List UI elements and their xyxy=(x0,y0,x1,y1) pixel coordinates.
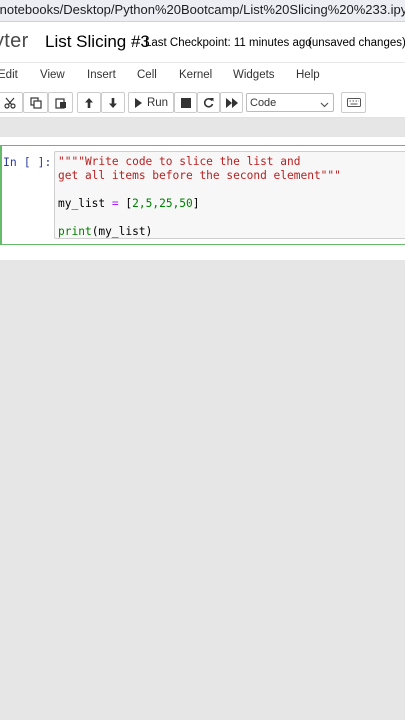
move-up-button[interactable] xyxy=(77,92,101,113)
fast-forward-icon xyxy=(225,97,238,108)
paste-icon xyxy=(54,97,67,109)
notebook-empty-area xyxy=(0,260,405,720)
command-palette-button[interactable] xyxy=(341,92,366,113)
restart-run-all-button[interactable] xyxy=(220,92,243,113)
menu-widgets[interactable]: Widgets xyxy=(233,69,275,81)
scissors-icon xyxy=(4,97,16,109)
keyboard-icon xyxy=(346,98,361,107)
copy-icon xyxy=(29,96,42,109)
code-line-2: get all items before the second element"… xyxy=(58,169,341,182)
menu-bar: Edit View Insert Cell Kernel Widgets Hel… xyxy=(0,62,405,88)
checkpoint-status: Last Checkpoint: 11 minutes ago xyxy=(145,37,312,49)
menu-view[interactable]: View xyxy=(40,69,65,81)
toolbar-spacer xyxy=(0,119,405,137)
input-prompt: In [ ]: xyxy=(3,155,52,169)
stop-icon xyxy=(180,97,191,108)
jupyter-logo[interactable]: yter xyxy=(0,30,29,53)
move-down-button[interactable] xyxy=(101,92,125,113)
arrow-up-icon xyxy=(84,97,94,109)
notebook-container: In [ ]: """"Write code to slice the list… xyxy=(0,137,405,260)
notebook-header: yter List Slicing #3 Last Checkpoint: 11… xyxy=(0,22,405,62)
run-icon xyxy=(134,97,143,108)
paste-button[interactable] xyxy=(48,92,73,113)
browser-url-bar[interactable]: /notebooks/Desktop/Python%20Bootcamp/Lis… xyxy=(0,0,405,22)
copy-button[interactable] xyxy=(23,92,48,113)
unsaved-indicator: (unsaved changes) xyxy=(308,37,405,49)
menu-edit[interactable]: Edit xyxy=(0,69,18,81)
restart-button[interactable] xyxy=(197,92,220,113)
menu-insert[interactable]: Insert xyxy=(87,69,116,81)
variable-name: my_list xyxy=(58,197,106,210)
code-line-3: my_list = [2,5,25,50] xyxy=(58,197,200,210)
run-button[interactable]: Run xyxy=(128,92,174,113)
cell-selection-bar xyxy=(0,146,2,244)
docstring-line-2: get all items before the second element"… xyxy=(58,169,341,182)
list-values: 2,5,25,50 xyxy=(132,197,193,210)
cell-type-value: Code xyxy=(250,97,277,109)
run-label: Run xyxy=(146,96,169,109)
print-argument: (my_list) xyxy=(91,225,153,238)
assign-operator: = xyxy=(111,197,119,210)
url-text: /notebooks/Desktop/Python%20Bootcamp/Lis… xyxy=(0,2,405,17)
cell-type-select[interactable]: Code xyxy=(246,93,334,112)
menu-cell[interactable]: Cell xyxy=(137,69,157,81)
toolbar: Run Code xyxy=(0,88,405,118)
interrupt-button[interactable] xyxy=(174,92,197,113)
print-function: print xyxy=(58,225,92,238)
code-editor[interactable]: """"Write code to slice the list and get… xyxy=(54,151,405,239)
notebook-title[interactable]: List Slicing #3 xyxy=(45,32,150,52)
chevron-down-icon xyxy=(320,99,329,111)
menu-help[interactable]: Help xyxy=(296,69,320,81)
restart-icon xyxy=(203,97,214,108)
code-cell[interactable]: In [ ]: """"Write code to slice the list… xyxy=(0,145,405,245)
cut-button[interactable] xyxy=(0,92,23,113)
list-close-bracket: ] xyxy=(192,197,200,210)
arrow-down-icon xyxy=(108,97,118,109)
code-line-1: """"Write code to slice the list and xyxy=(58,155,300,168)
code-line-4: print(my_list) xyxy=(58,225,152,238)
menu-kernel[interactable]: Kernel xyxy=(179,69,212,81)
docstring-line-1: """"Write code to slice the list and xyxy=(58,155,301,168)
